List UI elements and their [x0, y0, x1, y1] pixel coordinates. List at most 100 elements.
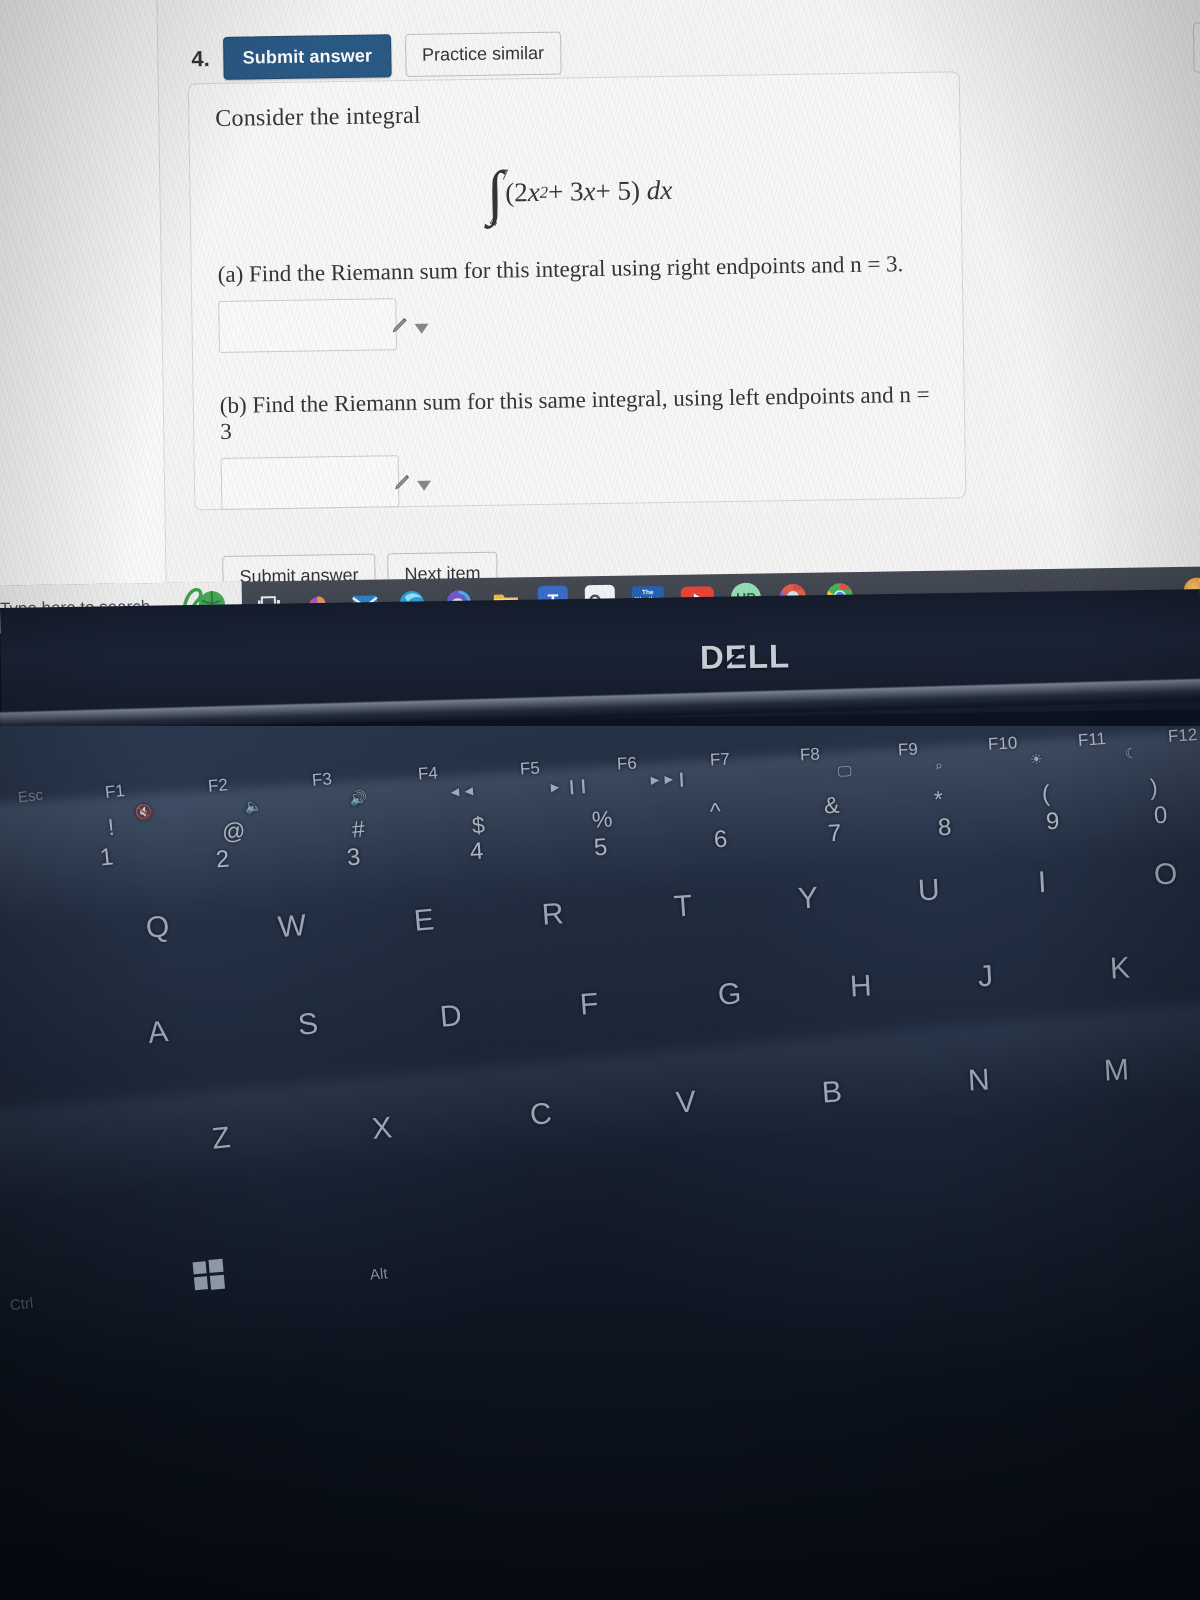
part-b-text: (b) Find the Riemann sum for this same i… — [219, 381, 930, 444]
key-b[interactable]: B — [821, 1075, 843, 1110]
key-y[interactable]: Y — [797, 881, 819, 916]
key-9[interactable]: 9 — [1045, 808, 1060, 837]
key-i[interactable]: I — [1037, 866, 1047, 900]
answer-input-a[interactable] — [218, 298, 429, 353]
key-f10-glyph: ☀ — [1029, 750, 1043, 768]
chevron-down-icon[interactable] — [417, 480, 432, 491]
differential-d: d — [646, 175, 661, 206]
key-f8[interactable]: F8 — [799, 744, 820, 765]
key-m[interactable]: M — [1103, 1053, 1130, 1088]
key-8[interactable]: 8 — [937, 814, 952, 843]
key-f9-glyph: ⌕ — [934, 756, 944, 774]
laptop-screen: s 4. Submit answer Practice similar ‹ Co… — [0, 0, 1200, 634]
key-alt[interactable]: Alt — [369, 1265, 388, 1283]
key-f2[interactable]: F2 — [207, 775, 229, 797]
key-f2-glyph: 🔈 — [244, 797, 264, 815]
key-esc[interactable]: Esc — [17, 787, 44, 807]
key-f5-glyph: ► ❙❙ — [547, 776, 590, 796]
key-f6-glyph: ►►❙ — [647, 769, 688, 789]
key-ctrl[interactable]: Ctrl — [9, 1295, 34, 1314]
key-f10[interactable]: F10 — [987, 733, 1017, 755]
key-n[interactable]: N — [967, 1063, 990, 1098]
key-5-shift: % — [591, 805, 614, 833]
integrand-power: 2 — [539, 182, 549, 202]
key-f1-glyph: 🔇 — [134, 803, 154, 821]
key-4[interactable]: 4 — [469, 838, 484, 867]
key-o[interactable]: O — [1153, 857, 1178, 892]
key-f4[interactable]: F4 — [417, 763, 438, 784]
key-2[interactable]: 2 — [215, 845, 231, 874]
back-chevron-icon[interactable]: ‹ — [1192, 22, 1200, 73]
chevron-down-icon[interactable] — [414, 323, 429, 334]
key-a[interactable]: A — [146, 1015, 169, 1051]
integrand-tail: + 5) — [595, 175, 641, 207]
key-f3-glyph: 🔊 — [349, 789, 369, 807]
key-f1[interactable]: F1 — [104, 781, 126, 803]
key-3-shift: # — [350, 815, 366, 843]
deck-glare-secondary — [0, 997, 1200, 1205]
integrand-mid: + 3 — [547, 176, 584, 207]
key-f6[interactable]: F6 — [616, 753, 637, 774]
dell-logo-d: D — [699, 638, 726, 676]
key-f9[interactable]: F9 — [897, 739, 918, 760]
key-f7[interactable]: F7 — [709, 749, 730, 770]
key-7[interactable]: 7 — [827, 820, 842, 849]
dell-logo-e: E — [724, 637, 749, 676]
key-g[interactable]: G — [717, 977, 743, 1013]
page-left-rail: s — [0, 0, 167, 586]
consider-integral-prompt: Consider the integral — [215, 102, 421, 133]
keyboard-deck: F1 F2 F3 F4 F5 F6 F7 F8 F9 F10 F11 F12 🔇… — [0, 725, 1200, 1600]
key-7-shift: & — [823, 791, 840, 819]
question-body: Consider the integral ∫ 7 4 (2 x 2 + 3 x… — [215, 95, 949, 599]
integral-lower-limit: 4 — [489, 213, 498, 230]
key-0[interactable]: 0 — [1153, 802, 1168, 831]
key-v[interactable]: V — [675, 1085, 697, 1120]
pencil-icon[interactable] — [389, 311, 431, 340]
key-q[interactable]: Q — [144, 910, 171, 946]
key-t[interactable]: T — [673, 889, 694, 924]
key-r[interactable]: R — [541, 897, 565, 932]
submit-answer-button-top[interactable]: Submit answer — [223, 34, 392, 80]
key-f3[interactable]: F3 — [311, 769, 333, 791]
key-k[interactable]: K — [1109, 951, 1131, 986]
key-j[interactable]: J — [977, 960, 994, 995]
integrand-var-2: x — [583, 176, 596, 207]
key-f12[interactable]: F12 — [1167, 725, 1198, 747]
key-5[interactable]: 5 — [593, 834, 608, 863]
key-3[interactable]: 3 — [346, 843, 362, 872]
key-d[interactable]: D — [439, 999, 464, 1035]
dell-logo-ll: LL — [747, 637, 791, 675]
laptop-photo: s 4. Submit answer Practice similar ‹ Co… — [0, 0, 1200, 1600]
key-s[interactable]: S — [297, 1007, 320, 1043]
key-h[interactable]: H — [849, 969, 872, 1004]
integrand-var-1: x — [527, 177, 540, 208]
question-card: Consider the integral ∫ 7 4 (2 x 2 + 3 x… — [187, 71, 967, 599]
key-f8-glyph: 🖵 — [837, 762, 852, 780]
key-2-shift: @ — [220, 817, 247, 845]
key-1[interactable]: 1 — [99, 843, 115, 872]
browser-page: s 4. Submit answer Practice similar ‹ Co… — [0, 0, 1200, 599]
pencil-icon[interactable] — [392, 468, 434, 497]
key-c[interactable]: C — [529, 1097, 554, 1133]
integral-upper-limit: 7 — [500, 167, 509, 184]
key-e[interactable]: E — [413, 903, 436, 939]
key-6[interactable]: 6 — [713, 826, 728, 855]
key-9-shift: ( — [1041, 779, 1051, 807]
answer-input-b[interactable] — [220, 455, 432, 510]
question-header: 4. Submit answer Practice similar — [191, 31, 562, 81]
key-u[interactable]: U — [917, 873, 940, 908]
key-f11[interactable]: F11 — [1077, 729, 1106, 751]
windows-icon[interactable] — [190, 1257, 227, 1299]
practice-similar-button[interactable]: Practice similar — [404, 31, 562, 78]
integrand-open: (2 — [504, 177, 528, 208]
key-x[interactable]: X — [371, 1111, 394, 1147]
differential-x: x — [659, 174, 673, 206]
key-6-shift: ^ — [709, 797, 722, 825]
key-w[interactable]: W — [277, 909, 308, 945]
integral-expression: ∫ 7 4 (2 x 2 + 3x + 5) dx — [216, 159, 943, 229]
key-z[interactable]: Z — [210, 1121, 232, 1157]
dell-logo: D E LL — [700, 637, 791, 676]
key-f5[interactable]: F5 — [519, 758, 540, 779]
question-number: 4. — [191, 45, 210, 71]
key-f[interactable]: F — [579, 987, 600, 1022]
